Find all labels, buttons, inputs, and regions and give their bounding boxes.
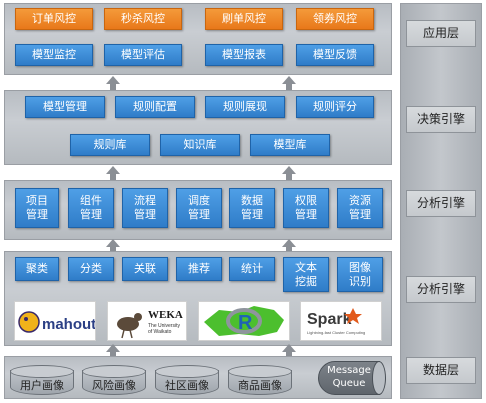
model-evaluate-button[interactable]: 模型评估: [104, 44, 182, 66]
app-coupon-risk[interactable]: 领券风控: [296, 8, 374, 30]
model-report-button[interactable]: 模型报表: [205, 44, 283, 66]
project-manage-button[interactable]: 项目 管理: [15, 188, 59, 228]
risk-profile-db[interactable]: 风险画像: [82, 365, 146, 395]
mahout-logo: mahout: [14, 301, 96, 341]
classification-button[interactable]: 分类: [68, 257, 114, 281]
community-profile-label: 社区画像: [165, 379, 209, 392]
risk-profile-label: 风险画像: [92, 379, 136, 392]
statistics-button[interactable]: 统计: [229, 257, 275, 281]
model-library-button[interactable]: 模型库: [250, 134, 330, 156]
text-mining-button[interactable]: 文本 挖掘: [283, 257, 329, 292]
association-button[interactable]: 关联: [122, 257, 168, 281]
product-profile-label: 商品画像: [238, 379, 282, 392]
sidebar-app-layer: 应用层: [406, 20, 476, 47]
flow-manage-button[interactable]: 流程 管理: [122, 188, 168, 228]
mahout-logo-icon: mahout: [18, 311, 96, 333]
up-arrow-icon: [106, 166, 120, 174]
spark-logo-icon: Spark Lightning-fast Cluster Computing: [307, 308, 365, 335]
message-queue[interactable]: Message Queue: [318, 361, 386, 395]
permission-manage-button[interactable]: 权限 管理: [283, 188, 329, 228]
app-flash-sale-risk[interactable]: 秒杀风控: [104, 8, 182, 30]
clustering-button[interactable]: 聚类: [15, 257, 59, 281]
image-recognition-button[interactable]: 图像 识别: [337, 257, 383, 292]
mahout-logo-text: mahout: [42, 316, 95, 333]
model-feedback-button[interactable]: 模型反馈: [296, 44, 374, 66]
up-arrow-icon: [282, 239, 296, 247]
r-logo-letter: R: [238, 312, 253, 334]
model-manage-button[interactable]: 模型管理: [25, 96, 105, 118]
message-queue-label: Message Queue: [327, 365, 371, 389]
r-logo: R: [198, 301, 290, 341]
knowledge-library-button[interactable]: 知识库: [160, 134, 240, 156]
r-logo-icon: R: [204, 306, 284, 336]
component-manage-button[interactable]: 组件 管理: [68, 188, 114, 228]
up-arrow-icon: [282, 76, 296, 84]
community-profile-db[interactable]: 社区画像: [155, 365, 219, 395]
sidebar-decision-engine: 决策引擎: [406, 106, 476, 133]
weka-logo-title: WEKA: [148, 309, 183, 321]
rule-library-button[interactable]: 规则库: [70, 134, 150, 156]
app-fake-order-risk[interactable]: 刷单风控: [205, 8, 283, 30]
weka-logo-icon: WEKA The University of Waikato: [117, 309, 183, 339]
sidebar-data-layer: 数据层: [406, 357, 476, 384]
sidebar-analysis-engine-1: 分析引擎: [406, 190, 476, 217]
up-arrow-icon: [282, 344, 296, 352]
spark-logo-text: Spark: [307, 311, 352, 328]
up-arrow-icon: [106, 239, 120, 247]
app-order-risk[interactable]: 订单风控: [15, 8, 93, 30]
data-manage-button[interactable]: 数据 管理: [229, 188, 275, 228]
resource-manage-button[interactable]: 资源 管理: [337, 188, 383, 228]
schedule-manage-button[interactable]: 调度 管理: [176, 188, 222, 228]
user-profile-label: 用户画像: [20, 379, 64, 392]
user-profile-db[interactable]: 用户画像: [10, 365, 74, 395]
weka-logo-sub2: of Waikato: [148, 329, 172, 335]
recommend-button[interactable]: 推荐: [176, 257, 222, 281]
product-profile-db[interactable]: 商品画像: [228, 365, 292, 395]
up-arrow-icon: [106, 344, 120, 352]
up-arrow-icon: [282, 166, 296, 174]
rule-config-button[interactable]: 规则配置: [115, 96, 195, 118]
rule-display-button[interactable]: 规则展现: [205, 96, 285, 118]
model-monitor-button[interactable]: 模型监控: [15, 44, 93, 66]
rule-score-button[interactable]: 规则评分: [296, 96, 374, 118]
spark-logo-subtitle: Lightning-fast Cluster Computing: [307, 330, 365, 335]
sidebar-analysis-engine-2: 分析引擎: [406, 276, 476, 303]
up-arrow-icon: [106, 76, 120, 84]
spark-logo: Spark Lightning-fast Cluster Computing: [300, 301, 382, 341]
weka-logo: WEKA The University of Waikato: [107, 301, 187, 341]
